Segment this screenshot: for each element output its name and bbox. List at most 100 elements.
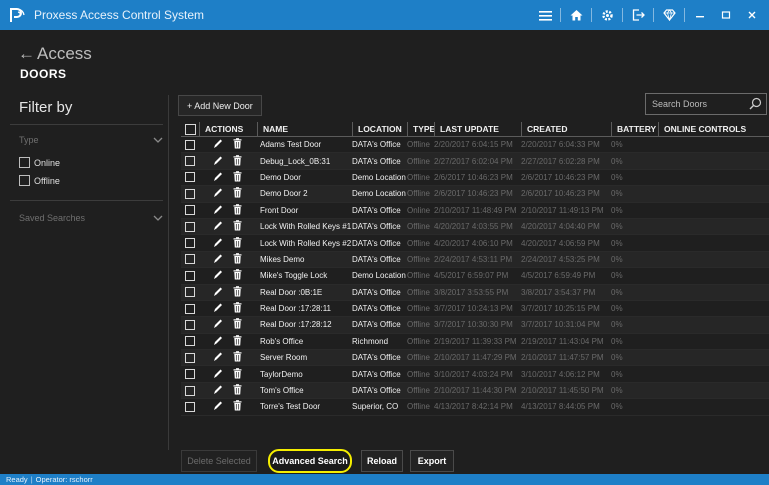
edit-pencil-icon[interactable]	[213, 155, 223, 168]
door-name[interactable]: Real Door :17:28:11	[257, 304, 352, 313]
edit-pencil-icon[interactable]	[213, 351, 223, 364]
door-name[interactable]: Demo Door 2	[257, 189, 352, 198]
row-checkbox[interactable]	[185, 319, 195, 330]
table-row[interactable]: Debug_Lock_0B:31 DATA's Office Offline 2/27…	[181, 153, 769, 170]
filter-option-offline[interactable]: Offline	[19, 175, 60, 186]
door-name[interactable]: TaylorDemo	[257, 370, 352, 379]
column-header-type[interactable]: TYPE	[407, 121, 434, 137]
logout-icon[interactable]	[625, 0, 651, 30]
table-row[interactable]: Torre's Test Door Superior, CO Offline 4/13…	[181, 399, 769, 416]
table-row[interactable]: Lock With Rolled Keys #2 DATA's Office Off…	[181, 235, 769, 252]
column-header-name[interactable]: NAME	[257, 121, 352, 137]
row-checkbox[interactable]	[185, 238, 195, 249]
filter-option-online[interactable]: Online	[19, 157, 60, 168]
edit-pencil-icon[interactable]	[213, 335, 223, 348]
delete-trash-icon[interactable]	[233, 187, 242, 200]
close-icon[interactable]	[739, 0, 765, 30]
door-name[interactable]: Torre's Test Door	[257, 402, 352, 411]
edit-pencil-icon[interactable]	[213, 138, 223, 151]
home-icon[interactable]	[563, 0, 589, 30]
delete-selected-button[interactable]: Delete Selected	[181, 450, 257, 472]
door-name[interactable]: Mikes Demo	[257, 255, 352, 264]
edit-pencil-icon[interactable]	[213, 286, 223, 299]
edit-pencil-icon[interactable]	[213, 237, 223, 250]
door-name[interactable]: Real Door :0B:1E	[257, 288, 352, 297]
back-link[interactable]: ← Access	[18, 44, 92, 64]
advanced-search-button[interactable]: Advanced Search	[268, 449, 352, 473]
reload-button[interactable]: Reload	[361, 450, 403, 472]
door-name[interactable]: Rob's Office	[257, 337, 352, 346]
column-header-created[interactable]: CREATED	[521, 121, 611, 137]
door-name[interactable]: Real Door :17:28:12	[257, 320, 352, 329]
edit-pencil-icon[interactable]	[213, 204, 223, 217]
delete-trash-icon[interactable]	[233, 171, 242, 184]
edit-pencil-icon[interactable]	[213, 368, 223, 381]
delete-trash-icon[interactable]	[233, 285, 242, 299]
minimize-icon[interactable]	[687, 0, 713, 30]
row-checkbox[interactable]	[185, 205, 195, 216]
row-checkbox[interactable]	[185, 254, 195, 265]
edit-pencil-icon[interactable]	[213, 171, 223, 184]
edit-pencil-icon[interactable]	[213, 302, 223, 315]
delete-trash-icon[interactable]	[233, 400, 242, 413]
delete-trash-icon[interactable]	[233, 351, 242, 364]
table-row[interactable]: Lock With Rolled Keys #1 DATA's Office Off…	[181, 218, 769, 236]
edit-pencil-icon[interactable]	[213, 384, 223, 397]
delete-trash-icon[interactable]	[233, 138, 242, 151]
row-checkbox[interactable]	[185, 172, 195, 183]
row-checkbox[interactable]	[185, 336, 195, 347]
edit-pencil-icon[interactable]	[213, 187, 223, 200]
table-row[interactable]: TaylorDemo DATA's Office Offline 3/10/2017 …	[181, 366, 769, 383]
door-name[interactable]: Tom's Office	[257, 386, 352, 395]
gear-icon[interactable]	[594, 0, 620, 30]
row-checkbox[interactable]	[185, 188, 195, 199]
edit-pencil-icon[interactable]	[213, 400, 223, 413]
delete-trash-icon[interactable]	[233, 367, 242, 381]
row-checkbox[interactable]	[185, 156, 195, 167]
row-checkbox[interactable]	[185, 352, 195, 363]
saved-searches-section[interactable]: Saved Searches	[19, 213, 163, 223]
table-row[interactable]: Real Door :0B:1E DATA's Office Offline 3/8/…	[181, 284, 769, 301]
table-row[interactable]: Front Door DATA's Office Online 2/10/2017 1…	[181, 203, 769, 219]
delete-trash-icon[interactable]	[233, 318, 242, 331]
column-header-last-update[interactable]: LAST UPDATE	[434, 121, 521, 137]
search-icon[interactable]	[749, 97, 762, 115]
table-row[interactable]: Rob's Office Richmond Offline 2/19/2017 11:…	[181, 334, 769, 351]
edit-pencil-icon[interactable]	[213, 253, 223, 266]
table-row[interactable]: Real Door :17:28:11 DATA's Office Offline 3…	[181, 301, 769, 318]
row-checkbox[interactable]	[185, 139, 195, 150]
edit-pencil-icon[interactable]	[213, 220, 223, 233]
row-checkbox[interactable]	[185, 287, 195, 298]
row-checkbox[interactable]	[185, 401, 195, 412]
door-name[interactable]: Lock With Rolled Keys #2	[257, 239, 352, 248]
delete-trash-icon[interactable]	[233, 220, 242, 233]
filter-type-section[interactable]: Type	[19, 135, 163, 145]
delete-trash-icon[interactable]	[233, 335, 242, 348]
search-input[interactable]	[646, 99, 746, 109]
select-all-checkbox[interactable]	[184, 123, 196, 135]
table-row[interactable]: Mike's Toggle Lock Demo Location Offline 4/…	[181, 268, 769, 285]
row-checkbox[interactable]	[185, 221, 195, 232]
table-row[interactable]: Mikes Demo DATA's Office Offline 2/24/2017 …	[181, 251, 769, 269]
edit-pencil-icon[interactable]	[213, 269, 223, 282]
door-name[interactable]: Demo Door	[257, 173, 352, 182]
table-row[interactable]: Demo Door Demo Location Offline 2/6/2017 10…	[181, 170, 769, 187]
offline-checkbox[interactable]	[19, 175, 30, 186]
delete-trash-icon[interactable]	[233, 253, 242, 266]
delete-trash-icon[interactable]	[233, 269, 242, 282]
door-name[interactable]: Mike's Toggle Lock	[257, 271, 352, 280]
door-name[interactable]: Lock With Rolled Keys #1	[257, 222, 352, 231]
export-button[interactable]: Export	[410, 450, 454, 472]
delete-trash-icon[interactable]	[233, 203, 242, 217]
door-name[interactable]: Server Room	[257, 353, 352, 362]
door-name[interactable]: Adams Test Door	[257, 140, 352, 149]
table-row[interactable]: Demo Door 2 Demo Location Offline 2/6/2017 …	[181, 186, 769, 203]
online-checkbox[interactable]	[19, 157, 30, 168]
table-row[interactable]: Adams Test Door DATA's Office Offline 2/20/…	[181, 137, 769, 154]
door-name[interactable]: Debug_Lock_0B:31	[257, 157, 352, 166]
maximize-icon[interactable]	[713, 0, 739, 30]
column-header-location[interactable]: LOCATION	[352, 121, 407, 137]
door-name[interactable]: Front Door	[257, 206, 352, 215]
column-header-online-controls[interactable]: ONLINE CONTROLS	[658, 121, 758, 137]
row-checkbox[interactable]	[185, 303, 195, 314]
